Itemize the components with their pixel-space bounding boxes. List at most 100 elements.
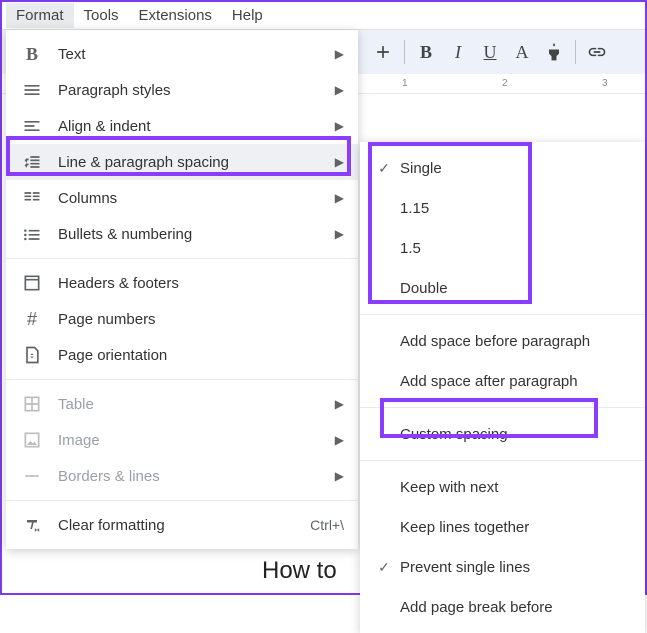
menu-item-label: Table [58,396,335,413]
columns-icon [20,186,44,210]
menu-item-page-numbers[interactable]: # Page numbers [6,301,358,337]
clear-format-icon [20,513,44,537]
menubar: Format Tools Extensions Help [2,2,645,30]
shortcut-label: Ctrl+\ [310,517,344,533]
sub-item-label: Add space before paragraph [396,333,631,350]
spacing-prevent-single[interactable]: ✓ Prevent single lines [360,547,645,587]
menu-item-bullets[interactable]: Bullets & numbering ▶ [6,216,358,252]
spacing-keep-next[interactable]: Keep with next [360,467,645,507]
chevron-right-icon: ▶ [335,469,344,483]
menu-item-label: Image [58,432,335,449]
spacing-page-break[interactable]: Add page break before [360,587,645,627]
text-color-button[interactable]: A [507,37,537,67]
menu-item-label: Borders & lines [58,468,335,485]
menu-item-label: Paragraph styles [58,82,335,99]
menu-format[interactable]: Format [6,3,74,28]
highlighter-icon [544,42,564,62]
sub-item-label: Add page break before [396,599,631,616]
menu-item-label: Text [58,46,335,63]
spacing-keep-lines[interactable]: Keep lines together [360,507,645,547]
hash-icon: # [20,307,44,331]
menu-item-columns[interactable]: Columns ▶ [6,180,358,216]
menu-item-label: Clear formatting [58,517,310,534]
table-icon [20,392,44,416]
orientation-icon [20,343,44,367]
check-icon: ✓ [372,559,396,576]
menu-help[interactable]: Help [222,3,273,28]
chevron-right-icon: ▶ [335,47,344,61]
spacing-custom[interactable]: Custom spacing [360,414,645,454]
image-icon [20,428,44,452]
sub-item-label: Single [396,160,631,177]
line-spacing-icon [20,150,44,174]
menu-tools[interactable]: Tools [74,3,129,28]
add-button[interactable] [368,37,398,67]
sub-item-label: Keep lines together [396,519,631,536]
chevron-right-icon: ▶ [335,397,344,411]
sub-item-label: Prevent single lines [396,559,631,576]
sub-item-label: Custom spacing [396,426,631,443]
bullets-icon [20,222,44,246]
format-dropdown: B Text ▶ Paragraph styles ▶ Align & inde… [6,30,358,549]
headers-icon [20,271,44,295]
paragraph-icon [20,78,44,102]
align-icon [20,114,44,138]
document-text: How to [262,557,337,585]
menu-item-page-orientation[interactable]: Page orientation [6,337,358,373]
spacing-add-before[interactable]: Add space before paragraph [360,321,645,361]
spacing-single[interactable]: ✓ Single [360,148,645,188]
plus-icon [373,42,393,62]
sub-item-label: 1.15 [396,200,631,217]
bold-button[interactable]: B [411,37,441,67]
menu-item-line-spacing[interactable]: Line & paragraph spacing ▶ [6,144,358,180]
spacing-115[interactable]: 1.15 [360,188,645,228]
separator [360,407,645,408]
chevron-right-icon: ▶ [335,119,344,133]
menu-item-label: Line & paragraph spacing [58,154,335,171]
menu-item-align-indent[interactable]: Align & indent ▶ [6,108,358,144]
chevron-right-icon: ▶ [335,433,344,447]
highlight-button[interactable] [539,37,569,67]
sub-item-label: Add space after paragraph [396,373,631,390]
italic-button[interactable]: I [443,37,473,67]
menu-item-clear-formatting[interactable]: Clear formatting Ctrl+\ [6,507,358,543]
menu-item-image: Image ▶ [6,422,358,458]
ruler-mark: 3 [602,78,608,89]
chevron-right-icon: ▶ [335,83,344,97]
sub-item-label: Double [396,280,631,297]
underline-button[interactable]: U [475,37,505,67]
separator [360,460,645,461]
line-icon [20,464,44,488]
bold-icon: B [20,42,44,66]
menu-item-borders: Borders & lines ▶ [6,458,358,494]
spacing-double[interactable]: Double [360,268,645,308]
separator [6,379,358,380]
chevron-right-icon: ▶ [335,191,344,205]
menu-item-label: Page numbers [58,311,344,328]
separator [360,314,645,315]
menu-item-text[interactable]: B Text ▶ [6,36,358,72]
chevron-right-icon: ▶ [335,155,344,169]
menu-item-label: Headers & footers [58,275,344,292]
menu-item-label: Page orientation [58,347,344,364]
ruler-mark: 2 [502,78,508,89]
menu-item-label: Align & indent [58,118,335,135]
separator [6,500,358,501]
link-icon [587,42,607,62]
menu-item-paragraph-styles[interactable]: Paragraph styles ▶ [6,72,358,108]
menu-item-table: Table ▶ [6,386,358,422]
spacing-15[interactable]: 1.5 [360,228,645,268]
menu-item-headers-footers[interactable]: Headers & footers [6,265,358,301]
separator [6,258,358,259]
sub-item-label: 1.5 [396,240,631,257]
check-icon: ✓ [372,160,396,177]
menu-item-label: Bullets & numbering [58,226,335,243]
spacing-add-after[interactable]: Add space after paragraph [360,361,645,401]
sub-item-label: Keep with next [396,479,631,496]
link-button[interactable] [582,37,612,67]
ruler-mark: 1 [402,78,408,89]
spacing-submenu: ✓ Single 1.15 1.5 Double Add space befor… [360,142,645,633]
chevron-right-icon: ▶ [335,227,344,241]
menu-item-label: Columns [58,190,335,207]
menu-extensions[interactable]: Extensions [129,3,222,28]
